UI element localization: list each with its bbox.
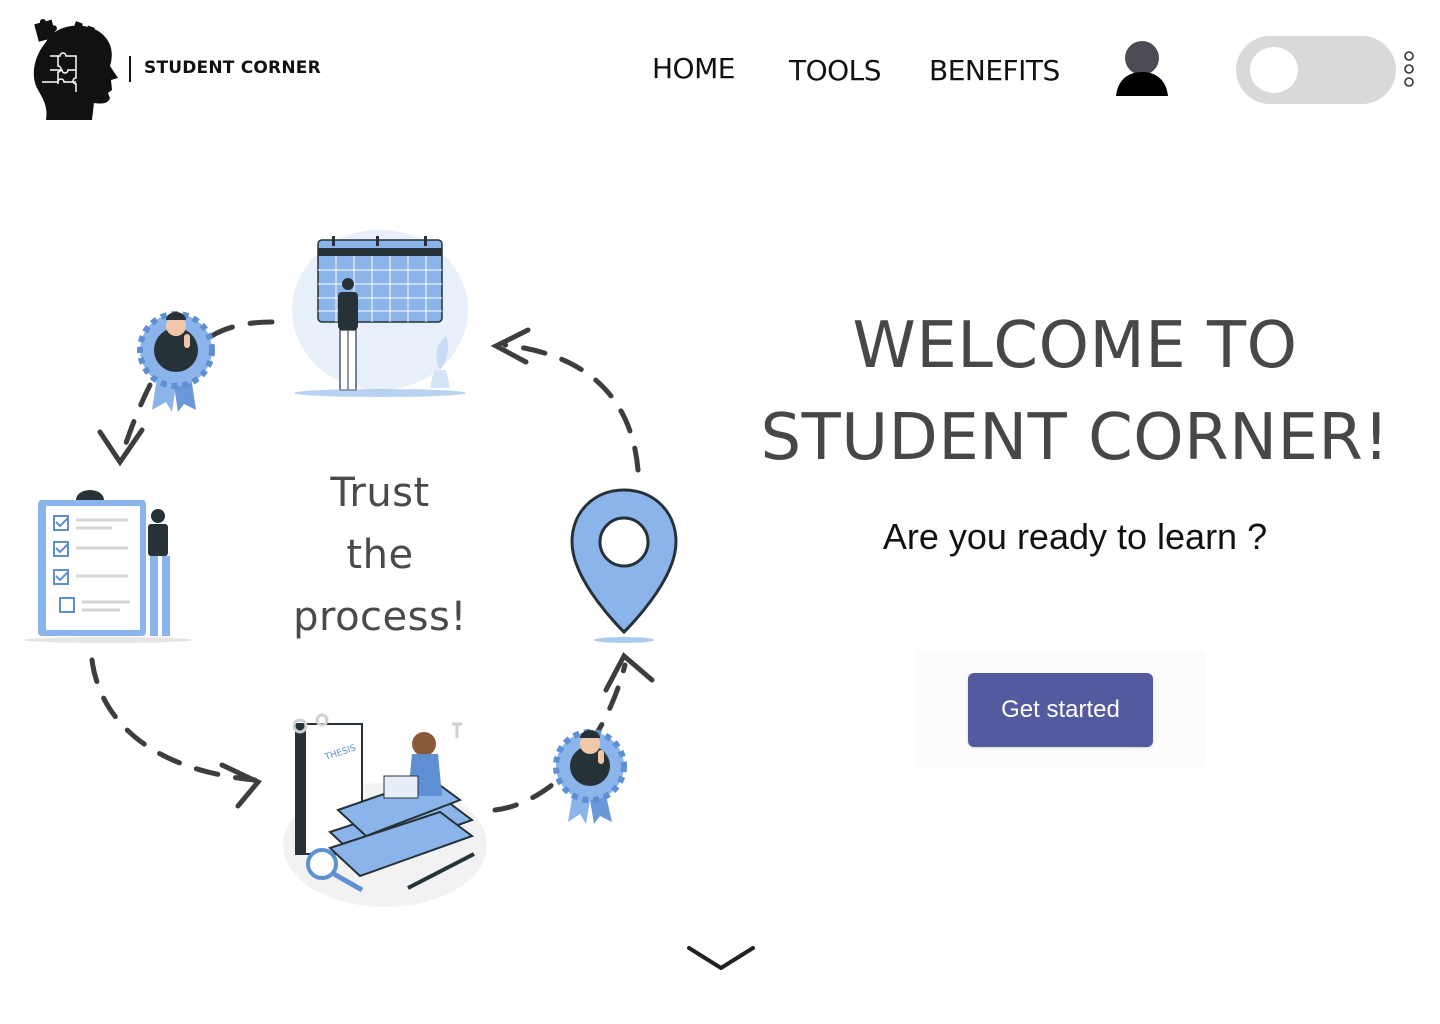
kebab-menu-icon[interactable]: [1400, 50, 1418, 90]
logo-divider: [129, 56, 131, 82]
trust-process-caption: Trust the process!: [270, 462, 490, 648]
theme-toggle[interactable]: [1236, 36, 1396, 104]
study-books-illustration: THESIS: [283, 713, 487, 907]
award-badge-bottom: [553, 729, 627, 824]
chevron-down-icon[interactable]: [686, 944, 756, 974]
welcome-heading: WELCOME TO STUDENT CORNER!: [760, 300, 1390, 484]
award-badge-top: [137, 311, 215, 412]
user-icon[interactable]: [1114, 40, 1170, 98]
landing-page: STUDENT CORNER HOME TOOLS BENEFITS THESI…: [0, 0, 1440, 1024]
caption-line: the: [346, 532, 414, 578]
checklist-illustration: [24, 490, 192, 643]
get-started-button[interactable]: Get started: [968, 673, 1153, 747]
puzzle-head-icon: [33, 19, 119, 120]
hero-subtitle: Are you ready to learn ?: [882, 516, 1268, 557]
welcome-heading-line1: WELCOME TO: [852, 309, 1298, 383]
toggle-knob: [1250, 47, 1298, 93]
brand-name: STUDENT CORNER: [144, 58, 321, 78]
calendar-illustration: [292, 230, 468, 397]
nav-home-link[interactable]: HOME: [652, 52, 735, 85]
logo[interactable]: STUDENT CORNER: [28, 16, 328, 126]
nav-benefits-link[interactable]: BENEFITS: [929, 54, 1060, 87]
caption-line: process!: [293, 594, 467, 640]
nav-tools-link[interactable]: TOOLS: [789, 54, 882, 87]
caption-line: Trust: [330, 470, 430, 516]
welcome-heading-line2: STUDENT CORNER!: [760, 401, 1390, 475]
location-pin-illustration: [570, 488, 678, 643]
